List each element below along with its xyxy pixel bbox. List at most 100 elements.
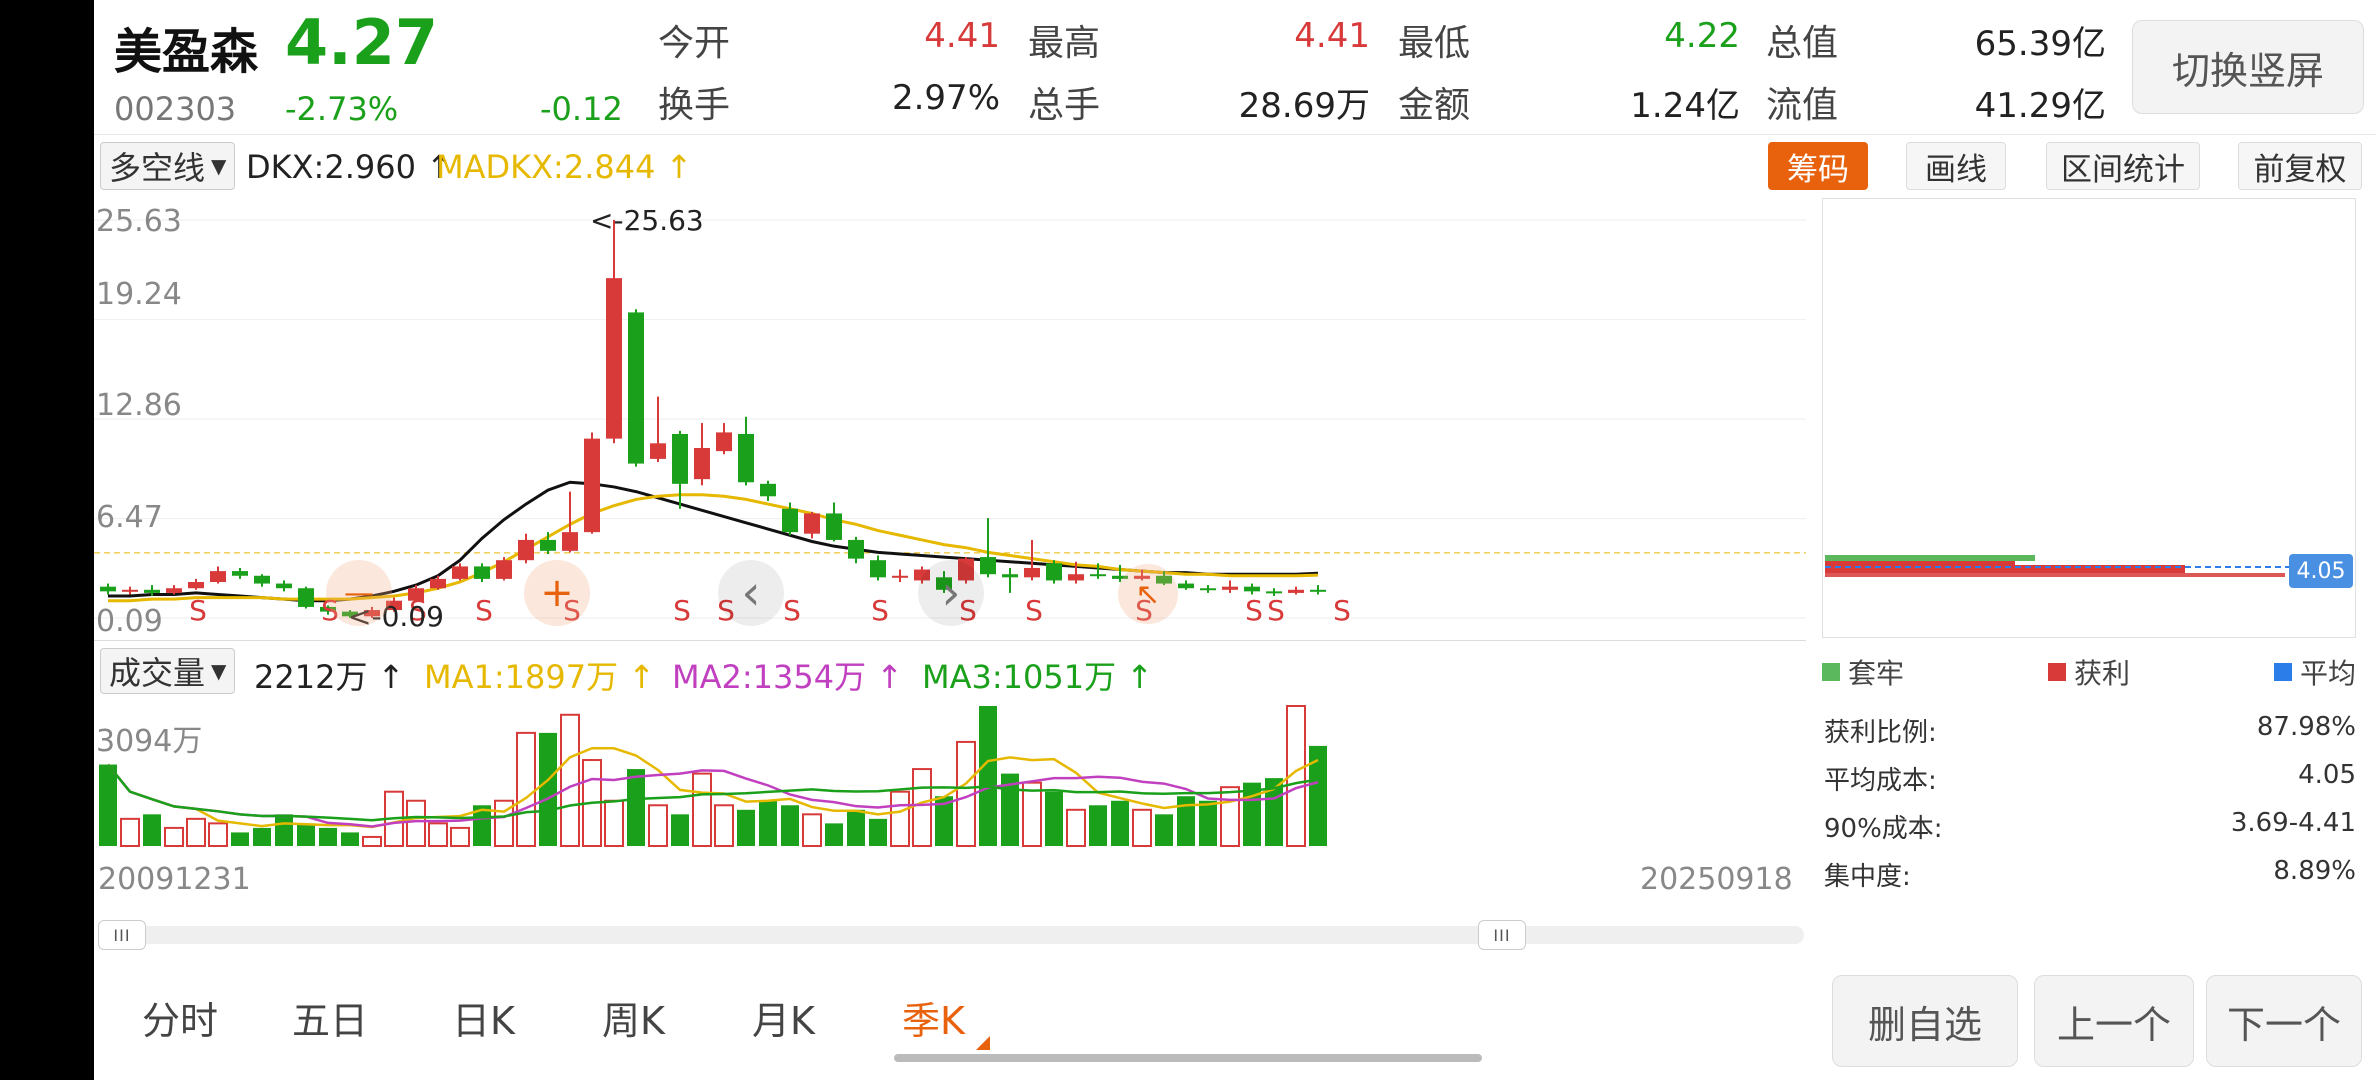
float-value: 41.29亿	[1974, 86, 2106, 126]
chips-button[interactable]: 筹码	[1768, 142, 1868, 190]
volume-up-arrow-icon: ↑	[377, 658, 405, 696]
draw-line-button[interactable]: 画线	[1906, 142, 2006, 190]
candle-body	[254, 575, 270, 584]
volume-bar	[341, 832, 359, 846]
max-price-marker: <-25.63	[590, 204, 704, 237]
volume-bar	[1155, 814, 1173, 846]
ma3-value: MA3:1051万 ↑	[922, 652, 1153, 698]
volume-chart[interactable]	[94, 700, 1806, 848]
candle-body	[1178, 583, 1194, 589]
volume-bar	[847, 809, 865, 846]
delete-favorite-button[interactable]: 删自选	[1832, 975, 2018, 1067]
stat-label-profit-ratio: 获利比例:	[1824, 718, 1937, 748]
tab-monthly-k[interactable]: 月K	[752, 990, 815, 1045]
legend-average: 平均	[2274, 652, 2356, 692]
candle-body	[430, 578, 446, 589]
y-tick-5: 0.09	[96, 604, 163, 639]
ma3-text: MA3:1051万	[922, 658, 1117, 696]
indicator-selector[interactable]: 多空线 ▼	[100, 142, 236, 190]
high-label: 最高	[1028, 23, 1101, 64]
candle	[254, 574, 270, 587]
volume-bar	[604, 799, 624, 847]
ma3-up-arrow-icon: ↑	[1126, 658, 1154, 696]
switch-portrait-button[interactable]: 切换竖屏	[2132, 20, 2364, 114]
volume-bar	[737, 809, 755, 846]
volume-bar	[869, 818, 887, 846]
candle-body	[694, 447, 710, 480]
candle	[276, 580, 292, 592]
sell-marker: S	[1245, 594, 1263, 627]
candle-body	[144, 589, 160, 593]
candle	[100, 583, 116, 595]
stock-change-pct: -2.73%	[285, 90, 399, 128]
candle-body	[166, 588, 182, 593]
legend-trapped-label: 套牢	[1848, 657, 1905, 690]
candle	[298, 586, 314, 609]
chevron-right-icon[interactable]: ›	[918, 560, 984, 626]
range-slider-track[interactable]	[98, 926, 1804, 944]
expand-arrow-icon[interactable]: ↖	[1118, 564, 1178, 624]
volume-selector[interactable]: 成交量 ▼	[100, 648, 236, 694]
y-tick-2: 19.24	[96, 277, 182, 312]
candle-body	[298, 588, 314, 607]
range-slider-start-handle[interactable]: III	[98, 920, 146, 950]
average-cost-label: 4.05	[2289, 554, 2353, 588]
candle-body	[496, 560, 512, 579]
tab-weekly-k[interactable]: 周K	[602, 990, 665, 1045]
candle-body	[518, 539, 534, 561]
volume-bar	[1022, 781, 1042, 847]
previous-stock-button[interactable]: 上一个	[2034, 975, 2194, 1067]
volume-bar	[692, 772, 712, 847]
candle	[606, 220, 622, 444]
start-date: 20091231	[98, 862, 251, 897]
candle-body	[826, 513, 842, 540]
end-date: 20250918	[1640, 862, 1793, 897]
minus-marker-icon[interactable]: —	[326, 560, 392, 626]
chevron-left-icon[interactable]: ‹	[718, 560, 784, 626]
candle-body	[1310, 589, 1326, 592]
candle	[826, 502, 842, 542]
candle	[1244, 583, 1260, 595]
candle	[518, 533, 534, 564]
candle-body	[540, 539, 556, 551]
candle	[1200, 585, 1216, 593]
volume-bar	[1132, 808, 1152, 847]
candle	[1002, 567, 1018, 593]
range-stats-button[interactable]: 区间统计	[2046, 142, 2200, 190]
candle-body	[232, 571, 248, 576]
volume-bar	[1177, 796, 1195, 846]
tab-intraday[interactable]: 分时	[142, 990, 218, 1045]
candle	[694, 423, 710, 486]
volume-bar	[1199, 800, 1217, 846]
volume-selector-label: 成交量	[109, 654, 206, 692]
dkx-value: DKX:2.960 ↑	[246, 148, 453, 186]
candle-body	[562, 532, 578, 551]
volume-bar	[539, 732, 557, 846]
candle-body	[1244, 586, 1260, 592]
range-slider-end-handle[interactable]: III	[1478, 920, 1526, 950]
dropdown-triangle-icon: ▼	[211, 659, 227, 683]
tab-five-day[interactable]: 五日	[292, 990, 368, 1045]
volume-bar	[802, 813, 822, 847]
volume-bar	[1220, 786, 1240, 847]
volume-bar	[560, 713, 580, 848]
home-indicator[interactable]	[894, 1054, 1482, 1062]
sell-marker: S	[189, 594, 207, 627]
next-stock-button[interactable]: 下一个	[2206, 975, 2362, 1067]
amount-label: 金额	[1398, 85, 1471, 126]
left-system-bar	[0, 0, 94, 1080]
volume-label: 总手	[1028, 85, 1101, 126]
tab-daily-k[interactable]: 日K	[452, 990, 515, 1045]
volume-bar	[912, 768, 932, 847]
ma2-up-arrow-icon: ↑	[876, 658, 904, 696]
sell-marker: S	[1025, 594, 1043, 627]
adjust-button[interactable]: 前复权	[2238, 142, 2362, 190]
candle-body	[606, 278, 622, 439]
tab-quarterly-k[interactable]: 季K	[902, 990, 965, 1045]
volume-bar	[428, 822, 448, 847]
volume-max-label: 3094万	[96, 724, 203, 759]
volume-bar	[275, 814, 293, 846]
candle-body	[584, 438, 600, 533]
volume-value: 28.69万	[1238, 86, 1370, 126]
buy-marker-icon[interactable]: +	[524, 560, 590, 626]
